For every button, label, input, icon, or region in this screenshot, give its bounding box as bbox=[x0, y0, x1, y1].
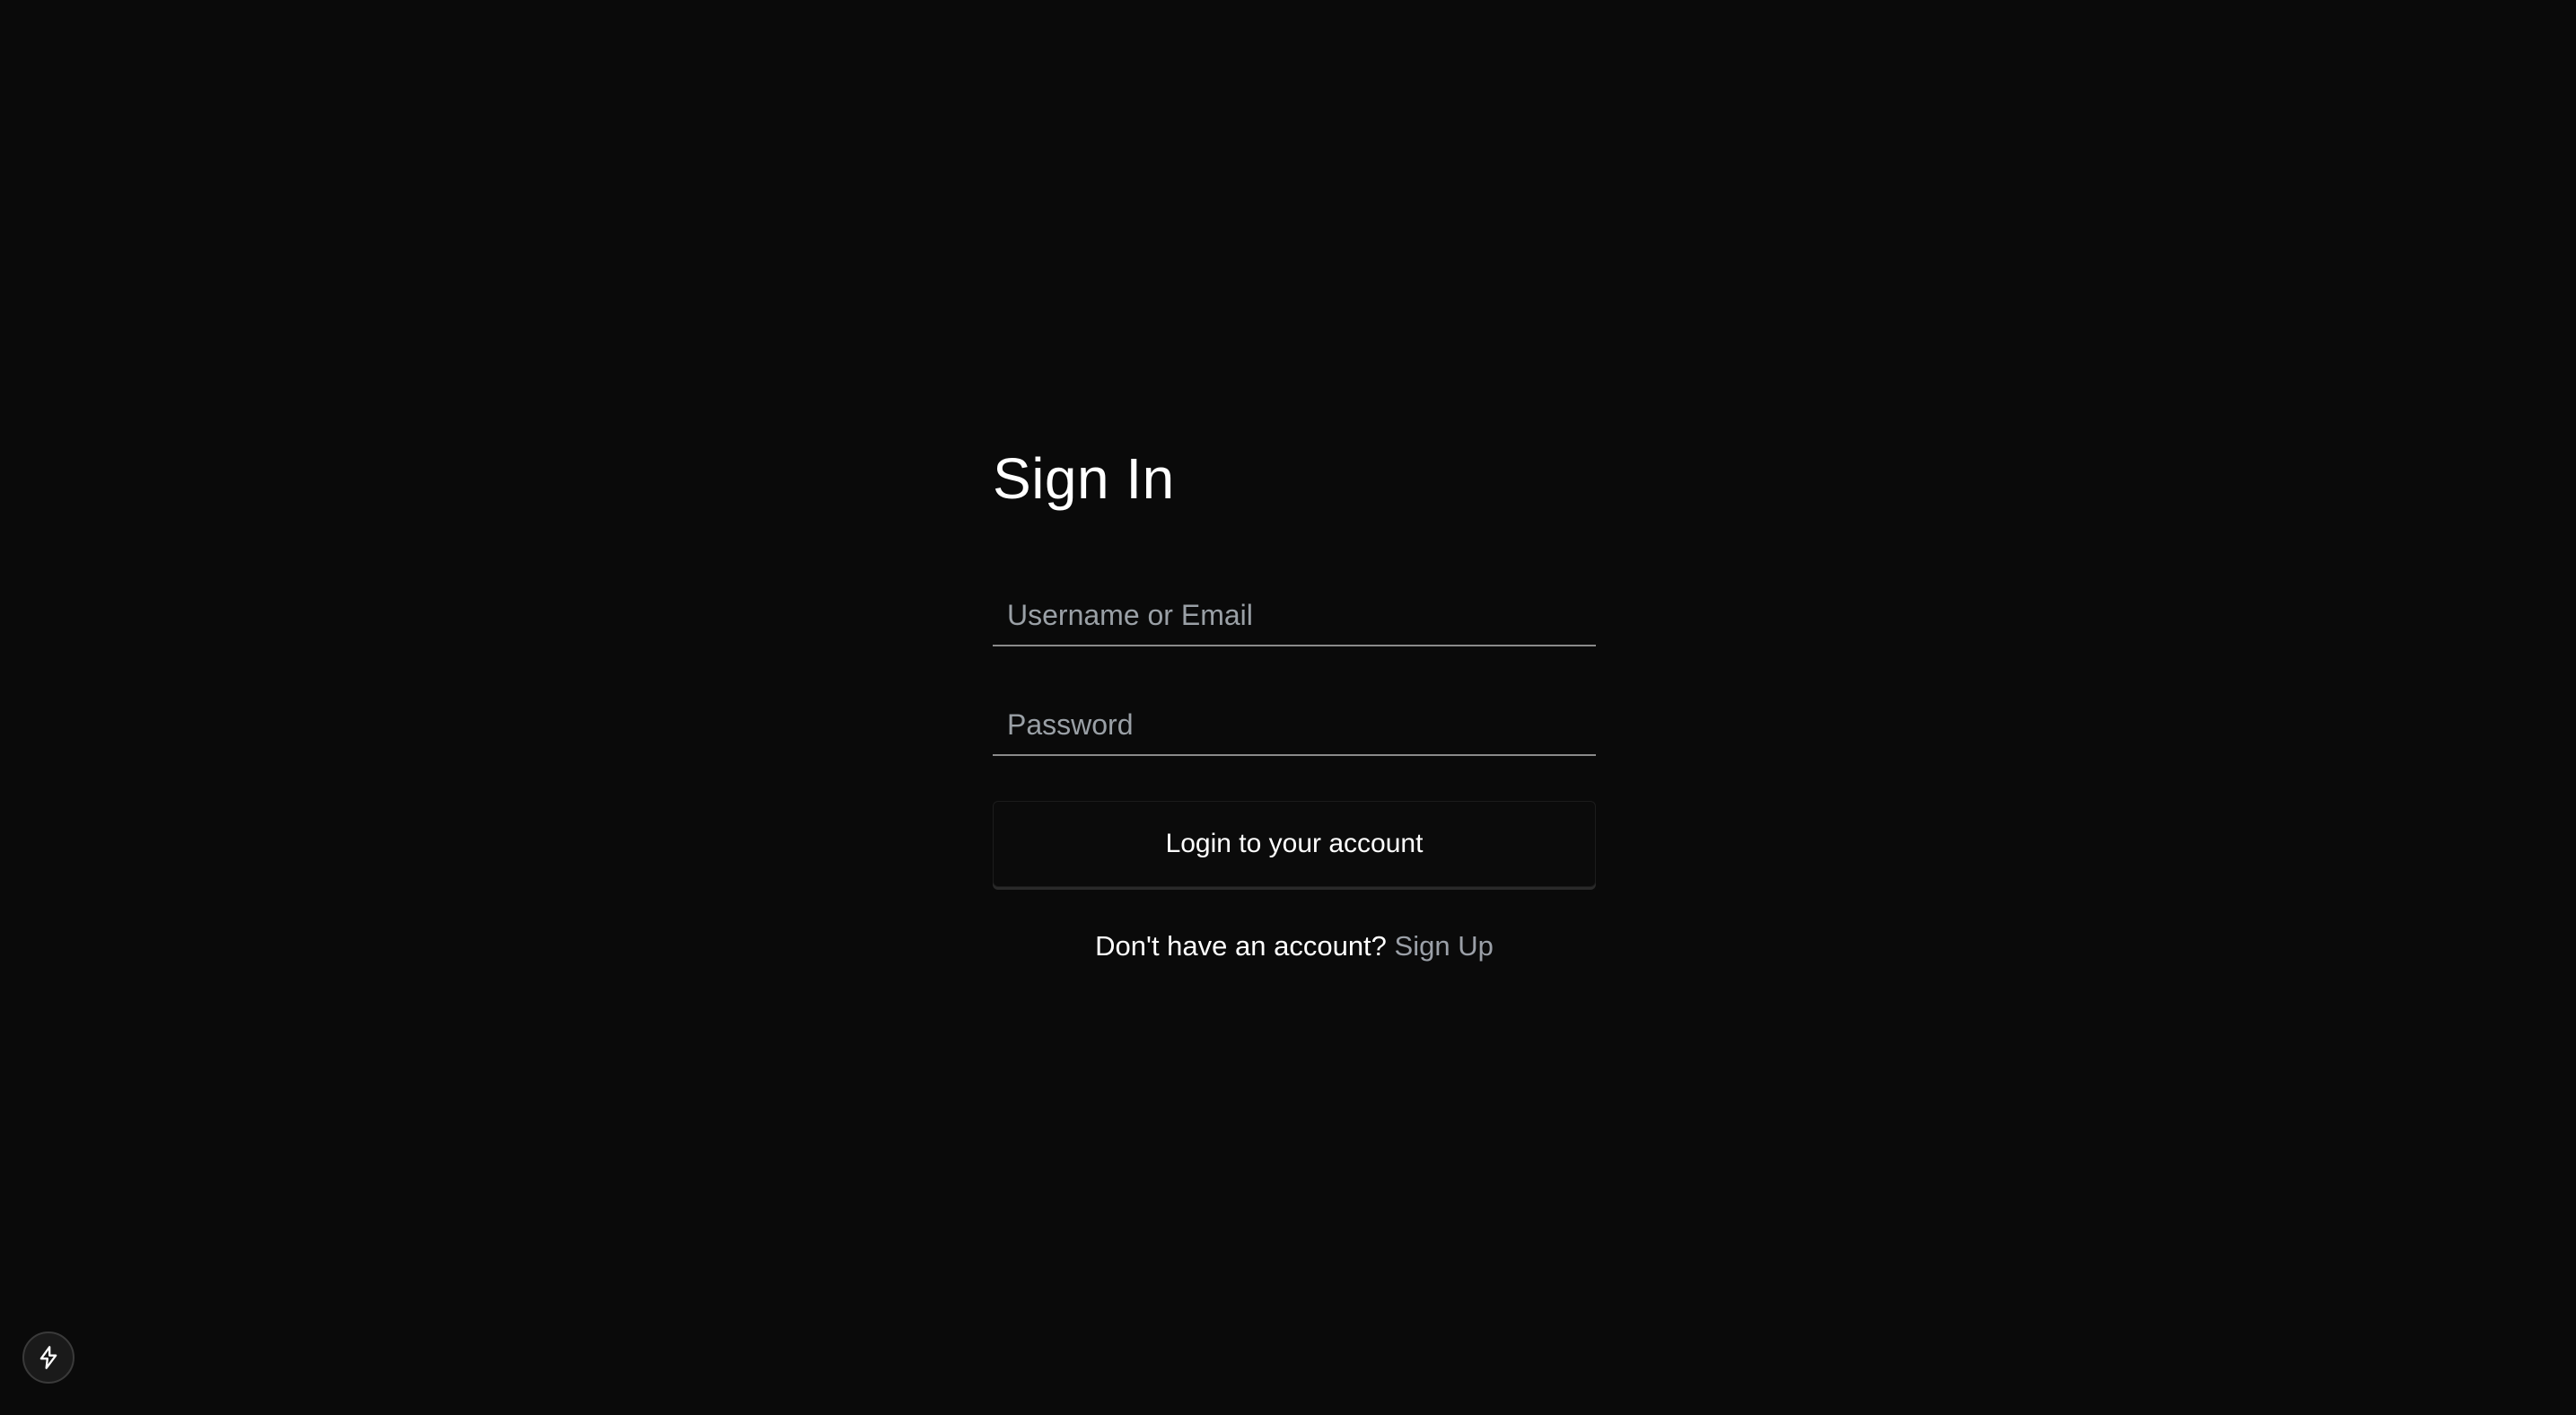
signin-card: Sign In Login to your account Don't have… bbox=[993, 440, 1596, 962]
username-email-input[interactable] bbox=[993, 585, 1596, 645]
login-button[interactable]: Login to your account bbox=[993, 801, 1596, 887]
username-field-wrapper bbox=[993, 585, 1596, 646]
signin-page: Sign In Login to your account Don't have… bbox=[0, 0, 2576, 1415]
password-field-wrapper bbox=[993, 695, 1596, 756]
corner-badge-button[interactable] bbox=[22, 1332, 74, 1384]
signup-link[interactable]: Sign Up bbox=[1395, 930, 1494, 962]
page-title: Sign In bbox=[993, 446, 1175, 511]
lightning-bolt-icon bbox=[39, 1346, 57, 1369]
signup-prompt-text: Don't have an account? bbox=[1095, 930, 1395, 962]
signup-prompt-row: Don't have an account? Sign Up bbox=[993, 930, 1596, 962]
password-input[interactable] bbox=[993, 695, 1596, 754]
